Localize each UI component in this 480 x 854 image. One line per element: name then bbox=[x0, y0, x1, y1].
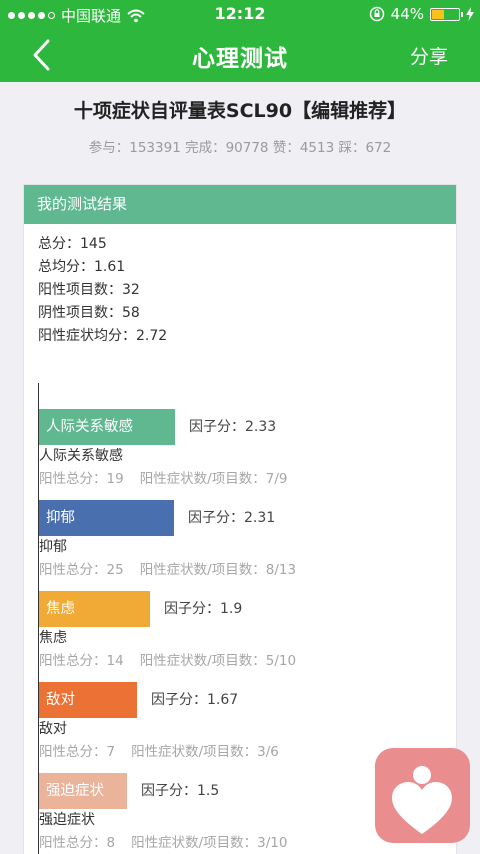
battery-percent: 44% bbox=[390, 5, 424, 23]
result-card-title: 我的测试结果 bbox=[24, 185, 456, 224]
factor-name: 敌对 bbox=[39, 721, 67, 737]
summary-positive-items: 阳性项目数：32 bbox=[38, 282, 140, 298]
nav-title: 心理测试 bbox=[192, 46, 288, 72]
summary-average-score: 总均分：1.61 bbox=[38, 259, 126, 275]
charging-icon bbox=[466, 7, 474, 21]
factor-detail: 阳性总分：7 阳性症状数/项目数：3/6 bbox=[39, 744, 279, 760]
summary-positive-average: 阳性症状均分：2.72 bbox=[38, 328, 168, 344]
floating-heart-app-icon[interactable] bbox=[375, 748, 470, 843]
factor-bar: 焦虑 bbox=[39, 591, 150, 627]
factor-score: 因子分：2.33 bbox=[189, 419, 277, 435]
factor-detail: 阳性总分：14 阳性症状数/项目数：5/10 bbox=[39, 653, 297, 669]
share-button[interactable]: 分享 bbox=[410, 42, 448, 69]
factor-name: 人际关系敏感 bbox=[39, 448, 123, 464]
factor-bar: 强迫症状 bbox=[39, 773, 127, 809]
factor-bar: 敌对 bbox=[39, 682, 137, 718]
factor-score: 因子分：1.5 bbox=[141, 783, 220, 799]
factor-name: 强迫症状 bbox=[39, 812, 95, 828]
factor-bar: 抑郁 bbox=[39, 500, 174, 536]
factor-detail: 阳性总分：25 阳性症状数/项目数：8/13 bbox=[39, 562, 297, 578]
factor-bar: 人际关系敏感 bbox=[39, 409, 175, 445]
summary-total-score: 总分：145 bbox=[38, 236, 107, 252]
battery-icon bbox=[430, 7, 463, 21]
summary-negative-items: 阴性项目数：58 bbox=[38, 305, 140, 321]
factor-score: 因子分：1.9 bbox=[164, 601, 243, 617]
rotation-lock-icon bbox=[369, 6, 384, 22]
nav-bar: 心理测试 分享 bbox=[0, 28, 480, 82]
factor-detail: 阳性总分：19 阳性症状数/项目数：7/9 bbox=[39, 471, 288, 487]
factor-name: 焦虑 bbox=[39, 630, 67, 646]
status-bar: 中国联通 12:12 44% bbox=[0, 0, 480, 28]
factor-score: 因子分：2.31 bbox=[188, 510, 276, 526]
factor-name: 抑郁 bbox=[39, 539, 67, 555]
heart-person-icon bbox=[392, 766, 452, 834]
factor-score: 因子分：1.67 bbox=[151, 692, 239, 708]
factor-detail: 阳性总分：8 阳性症状数/项目数：3/10 bbox=[39, 835, 288, 851]
test-stats: 参与：153391 完成：90778 赞：4513 踩：672 bbox=[88, 140, 392, 156]
summary-list: 总分：145 总均分：1.61 阳性项目数：32 阴性项目数：58 阳性症状均分… bbox=[38, 233, 167, 348]
test-title: 十项症状自评量表SCL90【编辑推荐】 bbox=[73, 100, 407, 122]
status-right: 44% bbox=[369, 5, 474, 23]
